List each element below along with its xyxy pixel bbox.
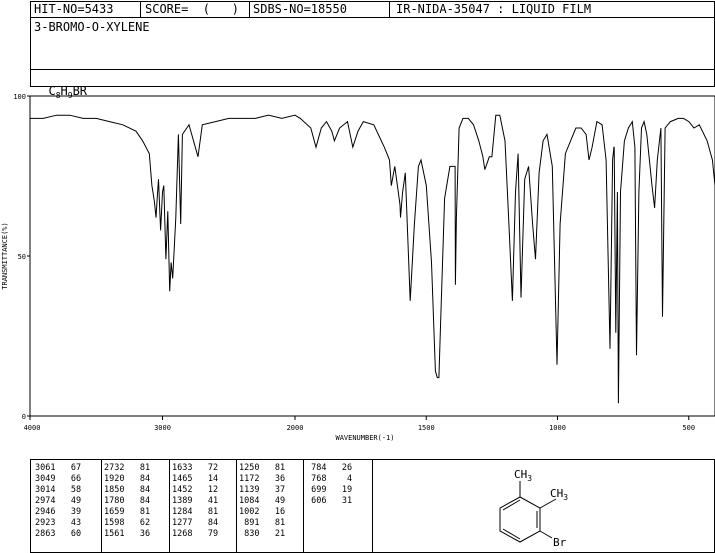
methyl-right-label: CH3 — [550, 487, 568, 502]
peak-row: 3014 58 — [35, 485, 82, 495]
x-tick-label-500: 500 — [682, 424, 695, 432]
peak-row: 606 31 — [306, 496, 353, 506]
x-axis-label: WAVENUMBER(-1) — [335, 434, 394, 442]
peak-row: 1084 49 — [239, 496, 286, 506]
benzene-ring — [499, 496, 541, 543]
ir-spectrum-chart: 0 50 100 4000 3000 2000 1500 1000 500 TRANSMITT… — [1, 93, 715, 442]
transmittance-curve — [30, 114, 715, 404]
x-tick-label-1500: 1500 — [418, 424, 435, 432]
x-tick-label-2000: 2000 — [287, 424, 304, 432]
peak-row: 891 81 — [239, 518, 286, 528]
peak-col-sep-1 — [101, 459, 102, 553]
peak-row: 1598 62 — [104, 518, 151, 528]
peak-row: 2923 43 — [35, 518, 82, 528]
peak-row: 1780 84 — [104, 496, 151, 506]
peak-row: 3049 66 — [35, 474, 82, 484]
peak-row: 1139 37 — [239, 485, 286, 495]
peak-row: 1268 79 — [172, 529, 219, 539]
y-axis-label: TRANSMITTANCE(%) — [1, 222, 9, 289]
peak-col-sep-2 — [169, 459, 170, 553]
peak-column-5: 784 26 768 4 699 19 606 31 — [306, 463, 352, 507]
x-tick-label-3000: 3000 — [154, 424, 171, 432]
peak-row: 1277 84 — [172, 518, 219, 528]
peak-row: 1659 81 — [104, 507, 151, 517]
peak-column-2: 2732 81 1920 84 1850 84 1780 84 1659 81 1598 … — [104, 463, 150, 540]
peak-column-3: 1633 72 1465 14 1452 12 1389 41 1284 81 1277 … — [172, 463, 218, 540]
peak-row: 830 21 — [239, 529, 286, 539]
y-tick-label-0: 0 — [22, 413, 26, 421]
peak-row: 2732 81 — [104, 463, 151, 473]
peak-row: 2946 39 — [35, 507, 82, 517]
peak-col-sep-4 — [303, 459, 304, 553]
peak-row: 1561 36 — [104, 529, 151, 539]
x-tick-label-1000: 1000 — [549, 424, 566, 432]
peak-row: 1250 81 — [239, 463, 286, 473]
y-tick-label-100: 100 — [13, 93, 26, 101]
plot-frame — [29, 95, 715, 417]
methyl-top-label: CH3 — [514, 468, 532, 483]
bromine-label: Br — [553, 536, 567, 549]
peak-row: 1002 16 — [239, 507, 286, 517]
peak-row: 3061 67 — [35, 463, 82, 473]
peak-col-sep-3 — [236, 459, 237, 553]
x-tick-label-4000: 4000 — [24, 424, 41, 432]
y-tick-label-50: 50 — [18, 253, 26, 261]
structure-diagram: CH3 CH3 Br — [499, 468, 568, 549]
peak-col-sep-5 — [372, 459, 373, 553]
peak-row: 1284 81 — [172, 507, 219, 517]
peak-column-4: 1250 81 1172 36 1139 37 1084 49 1002 16 891 … — [239, 463, 285, 540]
peak-row: 2863 60 — [35, 529, 82, 539]
peak-row: 1172 36 — [239, 474, 286, 484]
peak-row: 1850 84 — [104, 485, 151, 495]
peak-column-1: 3061 67 3049 66 3014 58 2974 49 2946 39 2923 … — [35, 463, 81, 540]
peak-row: 768 4 — [306, 474, 353, 484]
peak-row: 699 19 — [306, 485, 353, 495]
peak-row: 1920 84 — [104, 474, 151, 484]
peak-row: 1465 14 — [172, 474, 219, 484]
bond-bromine — [539, 530, 553, 539]
peak-row: 1452 12 — [172, 485, 219, 495]
bond-methyl-right — [539, 498, 557, 509]
peak-row: 2974 49 — [35, 496, 82, 506]
peak-row: 1389 41 — [172, 496, 219, 506]
peak-row: 784 26 — [306, 463, 353, 473]
peak-row: 1633 72 — [172, 463, 219, 473]
